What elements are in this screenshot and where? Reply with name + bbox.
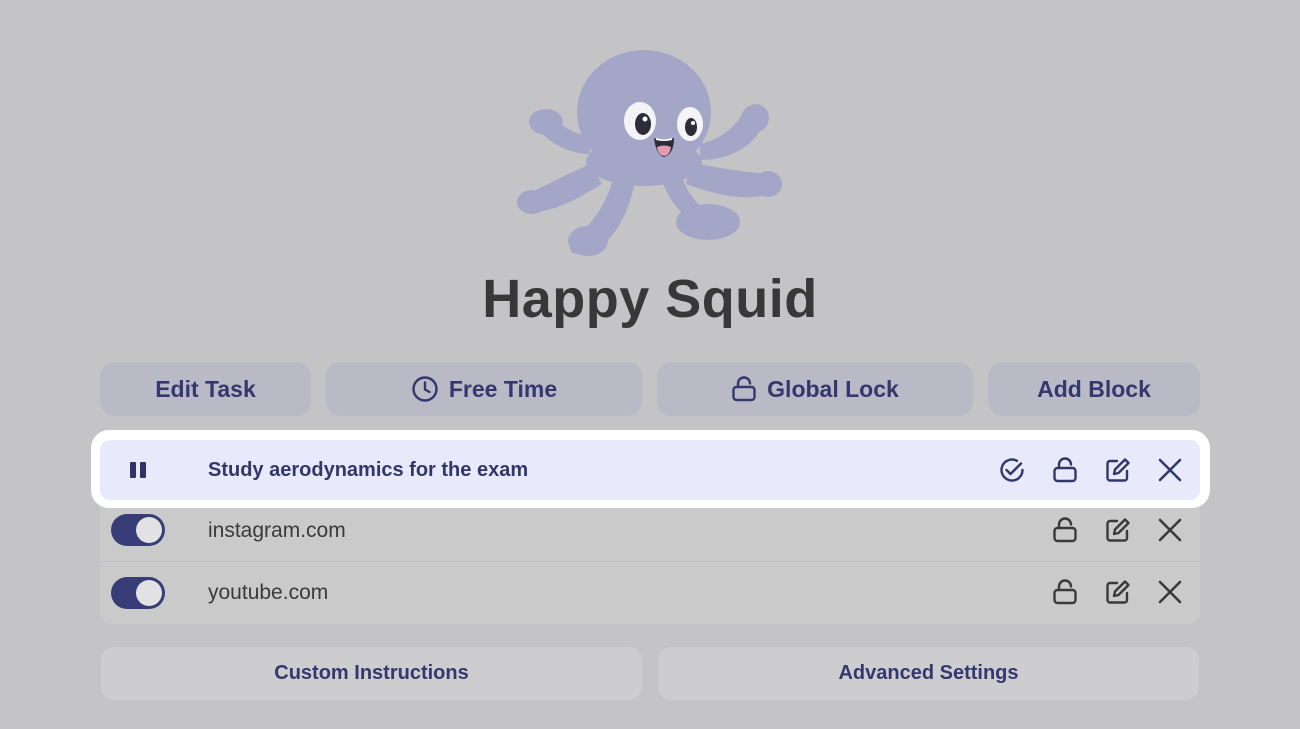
advanced-settings-button[interactable]: Advanced Settings bbox=[658, 647, 1199, 700]
unlock-icon[interactable] bbox=[1050, 515, 1080, 545]
block-row: youtube.com bbox=[100, 562, 1200, 624]
current-task-row: Study aerodynamics for the exam bbox=[100, 440, 1200, 500]
edit-icon[interactable] bbox=[1103, 515, 1133, 545]
global-lock-button[interactable]: Global Lock bbox=[657, 362, 973, 416]
octopus-mascot-icon bbox=[517, 50, 782, 256]
check-circle-icon[interactable] bbox=[997, 455, 1027, 485]
global-lock-label: Global Lock bbox=[767, 375, 899, 402]
custom-instructions-button[interactable]: Custom Instructions bbox=[101, 647, 642, 700]
add-block-button[interactable]: Add Block bbox=[988, 362, 1200, 416]
advanced-settings-label: Advanced Settings bbox=[838, 662, 1019, 684]
edit-task-button[interactable]: Edit Task bbox=[100, 362, 311, 416]
edit-icon[interactable] bbox=[1103, 577, 1133, 607]
task-label: Study aerodynamics for the exam bbox=[208, 458, 529, 481]
lock-icon bbox=[732, 376, 756, 402]
close-icon[interactable] bbox=[1155, 515, 1185, 545]
pause-icon[interactable] bbox=[128, 460, 148, 480]
toggle-knob bbox=[136, 580, 162, 606]
block-row: instagram.com bbox=[100, 500, 1200, 562]
free-time-button[interactable]: Free Time bbox=[326, 362, 642, 416]
block-toggle[interactable] bbox=[111, 577, 165, 609]
edit-task-label: Edit Task bbox=[155, 375, 256, 402]
toggle-knob bbox=[136, 517, 162, 543]
block-toggle[interactable] bbox=[111, 514, 165, 546]
unlock-icon[interactable] bbox=[1050, 455, 1080, 485]
clock-icon bbox=[412, 376, 438, 402]
close-icon[interactable] bbox=[1155, 455, 1185, 485]
app-window: Happy Squid Edit Task Free Time Global L… bbox=[0, 0, 1300, 729]
add-block-label: Add Block bbox=[1037, 375, 1151, 402]
close-icon[interactable] bbox=[1155, 577, 1185, 607]
block-label: instagram.com bbox=[208, 519, 346, 542]
unlock-icon[interactable] bbox=[1050, 577, 1080, 607]
edit-icon[interactable] bbox=[1103, 455, 1133, 485]
app-title: Happy Squid bbox=[482, 269, 818, 329]
free-time-label: Free Time bbox=[448, 375, 558, 402]
custom-instructions-label: Custom Instructions bbox=[274, 662, 469, 684]
block-label: youtube.com bbox=[208, 581, 329, 604]
